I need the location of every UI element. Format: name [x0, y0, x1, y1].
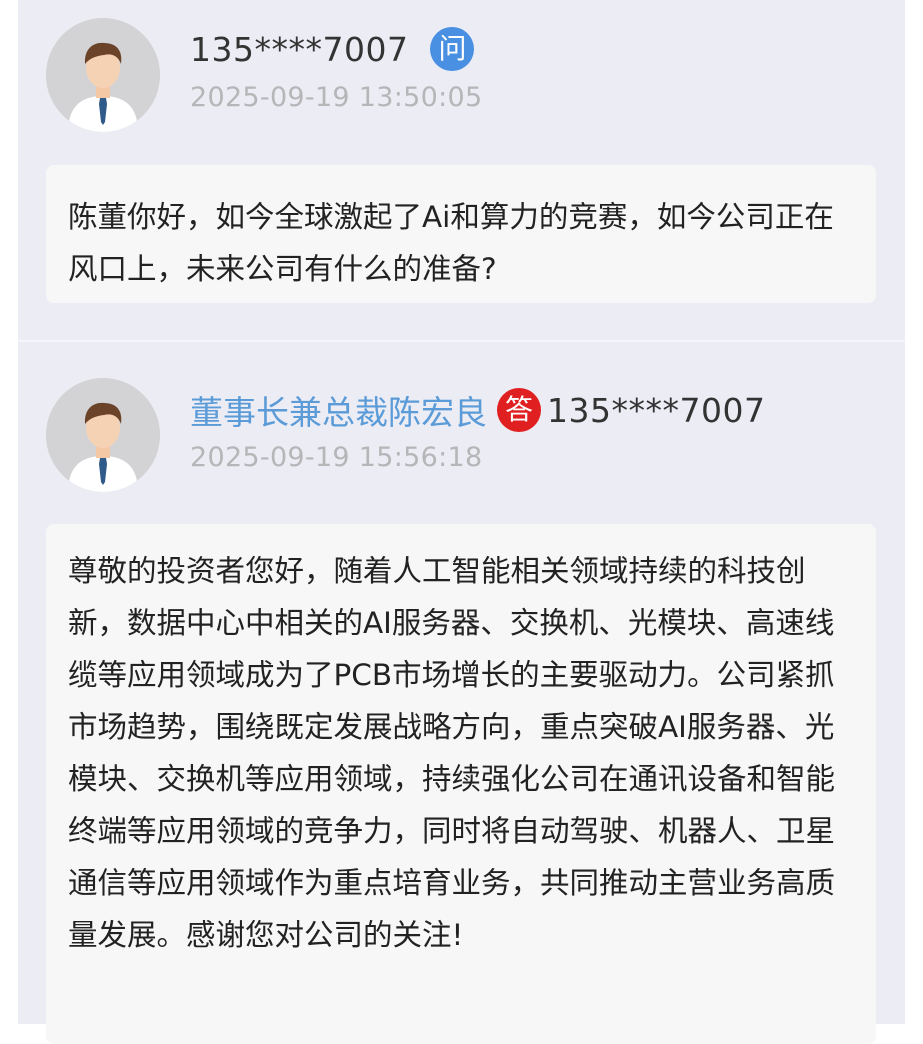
- questioner-phone[interactable]: 135****7007: [190, 30, 408, 69]
- avatar-illustration: [46, 18, 160, 132]
- answer-bubble: 尊敬的投资者您好，随着人工智能相关领域持续的科技创新，数据中心中相关的AI服务器…: [46, 524, 876, 1044]
- question-content: 陈董你好，如今全球激起了Ai和算力的竞赛，如今公司正在风口上，未来公司有什么的准…: [68, 200, 834, 286]
- answer-card: 董事长兼总裁陈宏良 答 135****7007 2025-09-19 15:56…: [18, 342, 905, 1044]
- answer-badge: 答: [497, 388, 541, 432]
- question-card: 135****7007 问 2025-09-19 13:50:05 陈董你好，如…: [18, 0, 905, 340]
- user-avatar-icon[interactable]: [46, 378, 160, 492]
- avatar-illustration: [46, 378, 160, 492]
- question-header: 135****7007 问: [190, 27, 475, 71]
- answer-header: 董事长兼总裁陈宏良 答 135****7007: [190, 386, 765, 434]
- question-timestamp: 2025-09-19 13:50:05: [190, 82, 483, 113]
- question-bubble: 陈董你好，如今全球激起了Ai和算力的竞赛，如今公司正在风口上，未来公司有什么的准…: [46, 165, 876, 303]
- user-avatar-icon[interactable]: [46, 18, 160, 132]
- question-badge: 问: [430, 27, 475, 71]
- responder-name[interactable]: 董事长兼总裁陈宏良: [190, 386, 487, 434]
- reply-to-phone[interactable]: 135****7007: [547, 391, 765, 430]
- answer-content: 尊敬的投资者您好，随着人工智能相关领域持续的科技创新，数据中心中相关的AI服务器…: [68, 554, 836, 952]
- answer-timestamp: 2025-09-19 15:56:18: [190, 442, 483, 473]
